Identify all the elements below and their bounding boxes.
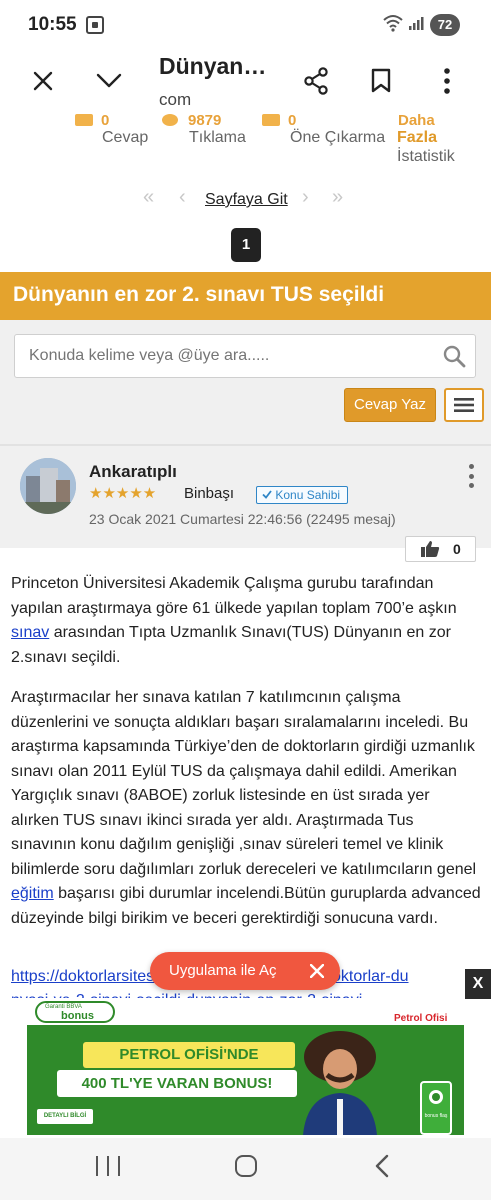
page-url[interactable]: com — [159, 90, 191, 110]
source-link-line-2: nyasi-ve-2-sinavi-secildi-dunyanin-en-zo… — [11, 989, 481, 998]
status-bar: 10:55 72 — [0, 0, 491, 50]
topic-banner: Dünyanın en zor 2. sınavı TUS seçildi — [0, 272, 491, 320]
post-paragraph-1: Princeton Üniversitesi Akademik Çalışma … — [11, 572, 481, 670]
more-stats-link[interactable]: Fazla — [397, 129, 437, 147]
ad-headline-2: 400 TL'YE VARAN BONUS! — [57, 1070, 297, 1097]
screenshot-icon — [86, 16, 104, 34]
reply-button[interactable]: Cevap Yaz — [344, 388, 436, 422]
more-menu-icon[interactable] — [427, 61, 467, 101]
reply-count-icon — [75, 114, 93, 126]
hamburger-icon — [454, 398, 474, 412]
advertisement-banner[interactable]: Garanti BBVA bonus Petrol Ofisi PETROL O… — [27, 999, 464, 1135]
topic-owner-badge: Konu Sahibi — [256, 486, 349, 504]
reply-count: 0 — [101, 112, 110, 129]
signal-icon — [408, 15, 424, 36]
wifi-icon — [383, 14, 403, 37]
share-icon[interactable] — [296, 61, 336, 101]
post-text: arasından Tıpta Uzmanlık Sınavı(TUS) Dün… — [11, 624, 451, 666]
ad-header: Garanti BBVA bonus Petrol Ofisi — [27, 999, 464, 1025]
first-page-icon[interactable]: « — [143, 186, 154, 209]
reply-count-label: Cevap — [102, 129, 149, 146]
check-icon — [262, 490, 272, 499]
view-count-icon — [162, 114, 178, 126]
education-link[interactable]: eğitim — [11, 885, 54, 902]
bonus-logo: Garanti BBVA bonus — [35, 1001, 115, 1023]
last-page-icon[interactable]: » — [332, 186, 343, 209]
dismiss-icon[interactable] — [306, 960, 328, 982]
close-icon[interactable] — [23, 61, 63, 101]
topic-search-input[interactable] — [14, 334, 476, 378]
pagination: « ‹ Sayfaya Git › » 1 — [0, 170, 491, 272]
home-icon[interactable] — [235, 1155, 257, 1177]
owner-badge-label: Konu Sahibi — [275, 488, 341, 502]
post-text: Princeton Üniversitesi Akademik Çalışma … — [11, 575, 457, 617]
open-in-app-button[interactable]: Uygulama ile Aç — [150, 952, 340, 990]
like-count: 0 — [453, 541, 461, 557]
like-button[interactable]: 0 — [405, 536, 476, 562]
current-page-number[interactable]: 1 — [231, 228, 261, 262]
search-icon[interactable] — [442, 344, 466, 373]
highlight-count-icon — [262, 114, 280, 126]
more-stats-label[interactable]: İstatistik — [397, 148, 455, 166]
post-body: 0 Princeton Üniversitesi Akademik Çalışm… — [0, 536, 491, 998]
post-text: başarısı gibi durumlar incelendi.Bütün g… — [11, 885, 481, 927]
open-in-app-label: Uygulama ile Aç — [169, 962, 277, 979]
next-page-icon[interactable]: › — [302, 186, 309, 209]
topic-stats: 0 Cevap 9879 Tıklama 0 Öne Çıkarma Daha … — [0, 112, 491, 170]
ad-phone-label: bonus flaş — [424, 1113, 448, 1119]
back-icon[interactable] — [372, 1154, 392, 1183]
ad-close-button[interactable]: X — [465, 969, 491, 999]
post-header: Ankaratıplı ★★★★★ Binbaşı Konu Sahibi 23… — [0, 446, 491, 548]
author-rank: Binbaşı — [184, 485, 235, 502]
post-options-icon[interactable] — [464, 464, 478, 488]
bookmark-icon[interactable] — [361, 61, 401, 101]
recent-apps-icon[interactable] — [96, 1156, 120, 1176]
ad-person-image — [303, 1031, 377, 1135]
highlight-count: 0 — [288, 112, 297, 129]
author-name[interactable]: Ankaratıplı — [89, 462, 177, 482]
goto-page-link[interactable]: Sayfaya Git — [205, 191, 288, 209]
post-paragraph-2: Araştırmacılar her sınava katılan 7 katı… — [11, 686, 481, 931]
topic-title: Dünyanın en zor 2. sınavı TUS seçildi — [13, 283, 385, 306]
browser-toolbar: Dünyan… com — [0, 50, 491, 118]
chevron-down-icon[interactable] — [89, 61, 129, 101]
rating-stars-icon: ★★★★★ — [89, 485, 157, 502]
more-stats-top[interactable]: Daha — [398, 112, 435, 129]
system-nav-bar — [0, 1138, 491, 1200]
ad-detail-button[interactable]: DETAYLI BİLGİ — [37, 1109, 93, 1124]
status-time: 10:55 — [28, 14, 77, 35]
page-title[interactable]: Dünyan… — [159, 53, 284, 80]
thumbs-up-icon — [421, 541, 440, 557]
exam-link[interactable]: sınav — [11, 624, 49, 641]
bonus-logo-text: bonus — [61, 1010, 94, 1022]
ad-headline-1: PETROL OFİSİ'NDE — [83, 1042, 295, 1068]
ad-phone-image: bonus flaş — [420, 1081, 452, 1135]
topic-toolbar: Cevap Yaz — [0, 320, 491, 446]
prev-page-icon[interactable]: ‹ — [179, 186, 186, 209]
source-link-cont[interactable]: nyasi-ve-2-sinavi-secildi-dunyanin-en-zo… — [11, 992, 362, 998]
highlight-count-label: Öne Çıkarma — [290, 129, 386, 146]
avatar[interactable] — [20, 458, 76, 514]
view-count-label: Tıklama — [189, 129, 246, 146]
post-text: Araştırmacılar her sınava katılan 7 katı… — [11, 689, 477, 878]
post-date: 23 Ocak 2021 Cumartesi 22:46:56 (22495 m… — [89, 511, 396, 527]
topic-menu-button[interactable] — [444, 388, 484, 422]
view-count: 9879 — [188, 112, 222, 129]
battery-indicator: 72 — [430, 14, 460, 36]
brand-logo: Petrol Ofisi — [394, 1013, 448, 1024]
